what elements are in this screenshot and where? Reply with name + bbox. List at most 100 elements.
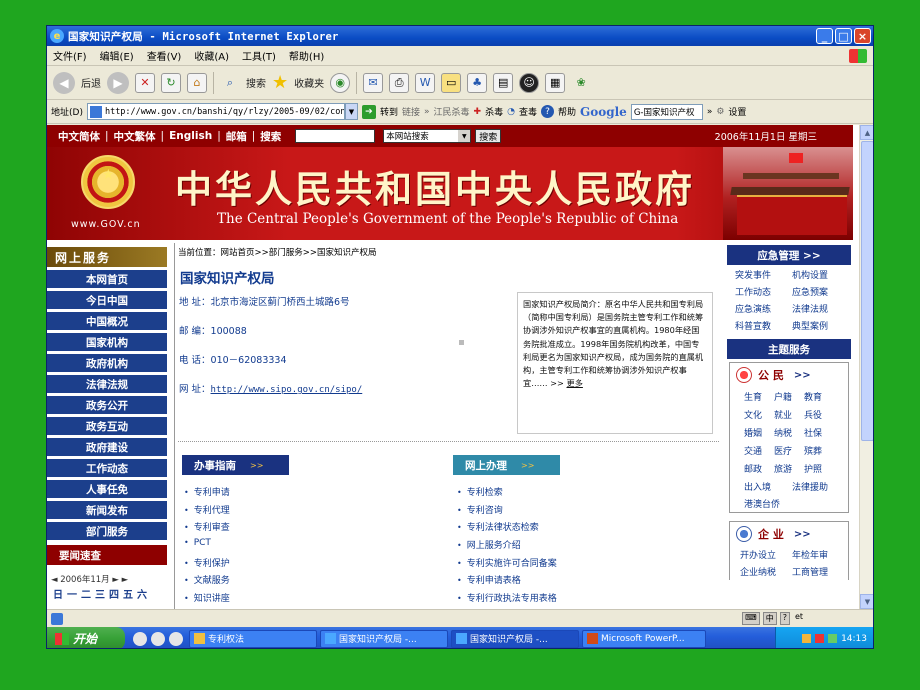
taskbar-item-active[interactable]: 国家知识产权局 -... bbox=[451, 629, 579, 648]
quicklaunch-icon[interactable] bbox=[133, 631, 147, 646]
scroll-up-icon[interactable]: ▲ bbox=[860, 125, 873, 140]
address-input[interactable]: http://www.gov.cn/banshi/qy/rlzy/2005-09… bbox=[86, 103, 345, 120]
enterprise-link[interactable]: 工商管理 bbox=[792, 565, 838, 578]
discuss-icon[interactable]: ▭ bbox=[441, 72, 462, 93]
emergency-link[interactable]: 机构设置 bbox=[792, 268, 843, 281]
enterprise-link[interactable]: 年检年审 bbox=[792, 548, 838, 561]
site-domain[interactable]: www.GOV.cn bbox=[71, 219, 141, 230]
citizen-link[interactable]: 殡葬 bbox=[804, 444, 834, 457]
help-button[interactable]: 帮助 bbox=[558, 105, 576, 118]
mail-icon[interactable]: ✉ bbox=[363, 72, 384, 93]
emergency-link[interactable]: 工作动态 bbox=[735, 285, 786, 298]
menu-tools[interactable]: 工具(T) bbox=[242, 48, 276, 63]
guide-link[interactable]: 专利保护 bbox=[184, 556, 230, 574]
back-arrow-icon[interactable]: ◀ bbox=[53, 71, 75, 94]
left-nav-item[interactable]: 国家机构 bbox=[47, 333, 167, 351]
citizen-link[interactable]: 就业 bbox=[774, 408, 804, 421]
online-link[interactable]: 专利申请表格 bbox=[457, 573, 557, 591]
search-button-label[interactable]: 搜索 bbox=[246, 75, 266, 90]
citizen-link[interactable]: 兵役 bbox=[804, 408, 834, 421]
emergency-link[interactable]: 突发事件 bbox=[735, 268, 786, 281]
left-nav-item[interactable]: 人事任免 bbox=[47, 480, 167, 498]
close-button[interactable]: × bbox=[854, 28, 871, 44]
stop-icon[interactable]: ✕ bbox=[135, 72, 155, 93]
citizen-link[interactable]: 港澳台侨 bbox=[744, 497, 786, 510]
guide-link[interactable]: 知识讲座 bbox=[184, 591, 230, 609]
citizen-link[interactable]: 纳税 bbox=[774, 426, 804, 439]
citizen-link[interactable]: 邮政 bbox=[744, 462, 774, 475]
breadcrumb[interactable]: 当前位置：网站首页>>部门服务>>国家知识产权局 bbox=[178, 246, 377, 258]
left-nav-item[interactable]: 政府机构 bbox=[47, 354, 167, 372]
search-scope-select[interactable]: 本网站搜索 ▼ bbox=[383, 129, 472, 143]
scroll-down-icon[interactable]: ▼ bbox=[860, 594, 873, 609]
online-link[interactable]: 专利检索 bbox=[457, 485, 557, 503]
citizen-link[interactable]: 户籍 bbox=[774, 390, 804, 403]
menu-edit[interactable]: 编辑(E) bbox=[100, 48, 134, 63]
tray-icon[interactable] bbox=[828, 634, 838, 643]
edit-icon[interactable]: W bbox=[415, 72, 436, 93]
emergency-link[interactable]: 典型案例 bbox=[792, 319, 843, 332]
online-link[interactable]: 网上服务介绍 bbox=[457, 538, 557, 556]
nav-mail[interactable]: 邮箱 bbox=[226, 129, 247, 144]
settings-button[interactable]: 设置 bbox=[728, 105, 746, 118]
guide-link[interactable]: 专利代理 bbox=[184, 503, 230, 521]
maximize-button[interactable]: □ bbox=[835, 28, 852, 44]
citizen-link[interactable]: 社保 bbox=[804, 426, 834, 439]
tray-icon[interactable] bbox=[802, 634, 812, 643]
left-nav-item[interactable]: 部门服务 bbox=[47, 522, 167, 540]
research-icon[interactable]: ▤ bbox=[493, 72, 514, 93]
left-nav-item[interactable]: 政务公开 bbox=[47, 396, 167, 414]
guide-link[interactable]: 文献服务 bbox=[184, 573, 230, 591]
nav-english[interactable]: English bbox=[169, 130, 212, 142]
ime-indicator[interactable]: 中 bbox=[762, 612, 777, 625]
antivirus-link[interactable]: 江民杀毒 bbox=[434, 105, 470, 118]
calculator-icon[interactable]: ▦ bbox=[545, 72, 566, 93]
emergency-link[interactable]: 应急演练 bbox=[735, 302, 786, 315]
start-button[interactable]: 开始 bbox=[47, 627, 125, 648]
go-button-label[interactable]: 转到 bbox=[380, 105, 398, 118]
calendar-month[interactable]: ◄ 2006年11月 ► ► bbox=[51, 573, 128, 585]
media-icon[interactable]: ◉ bbox=[330, 72, 351, 93]
scan-virus-button[interactable]: 查毒 bbox=[519, 105, 537, 118]
taskbar-item[interactable]: 国家知识产权局 -... bbox=[320, 629, 448, 648]
online-link[interactable]: 专利咨询 bbox=[457, 503, 557, 521]
left-nav-item[interactable]: 政务互动 bbox=[47, 417, 167, 435]
menu-view[interactable]: 查看(V) bbox=[147, 48, 182, 63]
taskbar-item[interactable]: Microsoft PowerP... bbox=[582, 629, 706, 648]
citizen-link[interactable]: 生育 bbox=[744, 390, 774, 403]
site-search-input[interactable] bbox=[295, 129, 376, 143]
emergency-link[interactable]: 应急预案 bbox=[792, 285, 843, 298]
nav-simplified[interactable]: 中文简体 bbox=[58, 129, 100, 144]
citizen-link[interactable]: 出入境 bbox=[744, 480, 786, 493]
left-nav-item[interactable]: 政府建设 bbox=[47, 438, 167, 456]
emergency-link[interactable]: 法律法规 bbox=[792, 302, 843, 315]
emergency-heading[interactable]: 应急管理 >> bbox=[727, 245, 851, 265]
online-link[interactable]: 专利法律状态检索 bbox=[457, 520, 557, 538]
menu-favorites[interactable]: 收藏(A) bbox=[194, 48, 229, 63]
intro-more-link[interactable]: 更多 bbox=[567, 378, 583, 388]
left-nav-item[interactable]: 中国概况 bbox=[47, 312, 167, 330]
online-link[interactable]: 专利行政执法专用表格 bbox=[457, 591, 557, 609]
left-nav-item[interactable]: 新闻发布 bbox=[47, 501, 167, 519]
favorites-star-icon[interactable]: ★ bbox=[272, 72, 288, 93]
citizen-link[interactable]: 医疗 bbox=[774, 444, 804, 457]
kill-virus-button[interactable]: 杀毒 bbox=[485, 105, 503, 118]
guide-heading[interactable]: 办事指南 >> bbox=[182, 455, 289, 475]
tray-icon[interactable] bbox=[815, 634, 825, 643]
site-search-button[interactable]: 搜索 bbox=[475, 129, 502, 143]
favorites-button-label[interactable]: 收藏夹 bbox=[294, 75, 324, 90]
menu-help[interactable]: 帮助(H) bbox=[289, 48, 324, 63]
guide-link[interactable]: 专利审查 bbox=[184, 520, 230, 538]
messenger-icon[interactable]: ♣ bbox=[467, 72, 488, 93]
left-nav-item[interactable]: 工作动态 bbox=[47, 459, 167, 477]
vertical-scrollbar[interactable]: ▲ ▼ bbox=[859, 125, 873, 609]
menu-file[interactable]: 文件(F) bbox=[53, 48, 87, 63]
citizen-link[interactable]: 交通 bbox=[744, 444, 774, 457]
taskbar-item[interactable]: 专利权法 bbox=[189, 629, 317, 648]
left-nav-item[interactable]: 今日中国 bbox=[47, 291, 167, 309]
scroll-thumb[interactable] bbox=[861, 141, 873, 441]
google-search-input[interactable]: G-国家知识产权 bbox=[630, 103, 703, 120]
forward-arrow-icon[interactable]: ▶ bbox=[107, 71, 129, 94]
clock[interactable]: 14:13 bbox=[841, 634, 867, 644]
citizen-link[interactable]: 旅游 bbox=[774, 462, 804, 475]
